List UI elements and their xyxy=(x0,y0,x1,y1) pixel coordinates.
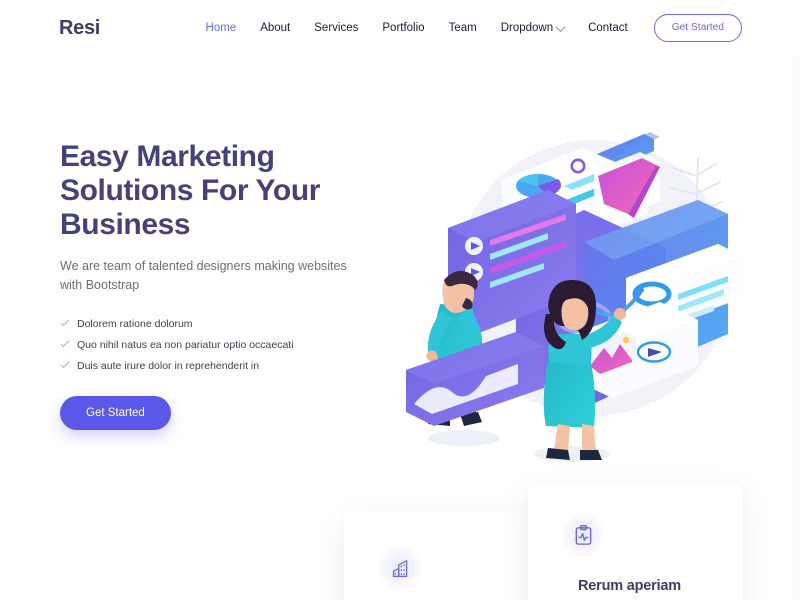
list-item: Dolorem ratione dolorum xyxy=(60,313,390,334)
nav-links: Home About Services Portfolio Team Dropd… xyxy=(194,14,742,42)
hero-feature-list: Dolorem ratione dolorum Quo nihil natus … xyxy=(60,313,390,376)
nav-item-team[interactable]: Team xyxy=(437,22,489,34)
hero-title-line-1: Easy Marketing xyxy=(60,140,275,173)
isometric-team-dashboard-illustration xyxy=(398,118,766,488)
nav-item-portfolio[interactable]: Portfolio xyxy=(370,22,436,34)
clipboard-pulse-icon xyxy=(561,513,605,557)
feature-card-1[interactable] xyxy=(344,511,534,600)
building-chart-icon xyxy=(378,546,422,590)
list-item: Quo nihil natus ea non pariatur optio oc… xyxy=(60,334,390,355)
nav-item-label: Portfolio xyxy=(382,22,425,34)
list-item-label: Duis aute irure dolor in reprehenderit i… xyxy=(77,359,260,372)
list-item-label: Dolorem ratione dolorum xyxy=(77,317,193,330)
nav-item-label: Team xyxy=(448,22,477,34)
feature-cards-section: Rerum aperiam xyxy=(0,468,800,600)
scrollbar-track[interactable] xyxy=(792,0,800,600)
check-icon xyxy=(60,360,70,369)
nav-item-label: Home xyxy=(205,22,237,34)
hero-get-started-button[interactable]: Get Started xyxy=(60,396,171,430)
check-icon xyxy=(60,339,70,348)
hero-subtitle: We are team of talented designers making… xyxy=(60,259,347,292)
check-icon xyxy=(60,318,70,327)
hero-copy: Easy Marketing Solutions For Your Busine… xyxy=(60,140,390,430)
navbar: Resi Home About Services Portfolio Team … xyxy=(0,0,800,56)
feature-card-2[interactable]: Rerum aperiam xyxy=(528,483,743,600)
nav-item-label: Dropdown xyxy=(500,22,554,34)
hero-title-line-2: Solutions For Your xyxy=(60,174,321,207)
nav-item-label: Contact xyxy=(588,22,628,34)
nav-item-dropdown[interactable]: Dropdown xyxy=(489,21,576,34)
landing-page: Resi Home About Services Portfolio Team … xyxy=(0,0,800,600)
brand-logo[interactable]: Resi xyxy=(59,17,100,40)
list-item-label: Quo nihil natus ea non pariatur optio oc… xyxy=(77,338,294,351)
nav-item-about[interactable]: About xyxy=(248,22,302,34)
nav-item-home[interactable]: Home xyxy=(194,22,249,34)
hero-section: Easy Marketing Solutions For Your Busine… xyxy=(0,56,800,468)
hero-title-line-3: Business xyxy=(60,208,191,241)
navbar-get-started-button[interactable]: Get Started xyxy=(653,14,742,42)
chevron-down-icon xyxy=(555,21,566,32)
nav-item-label: About xyxy=(260,22,291,34)
nav-item-contact[interactable]: Contact xyxy=(576,22,640,34)
feature-card-title: Rerum aperiam xyxy=(578,578,681,594)
nav-item-services[interactable]: Services xyxy=(302,22,370,34)
list-item: Duis aute irure dolor in reprehenderit i… xyxy=(60,355,390,376)
hero-title: Easy Marketing Solutions For Your Busine… xyxy=(60,140,390,242)
nav-item-label: Services xyxy=(314,22,359,34)
